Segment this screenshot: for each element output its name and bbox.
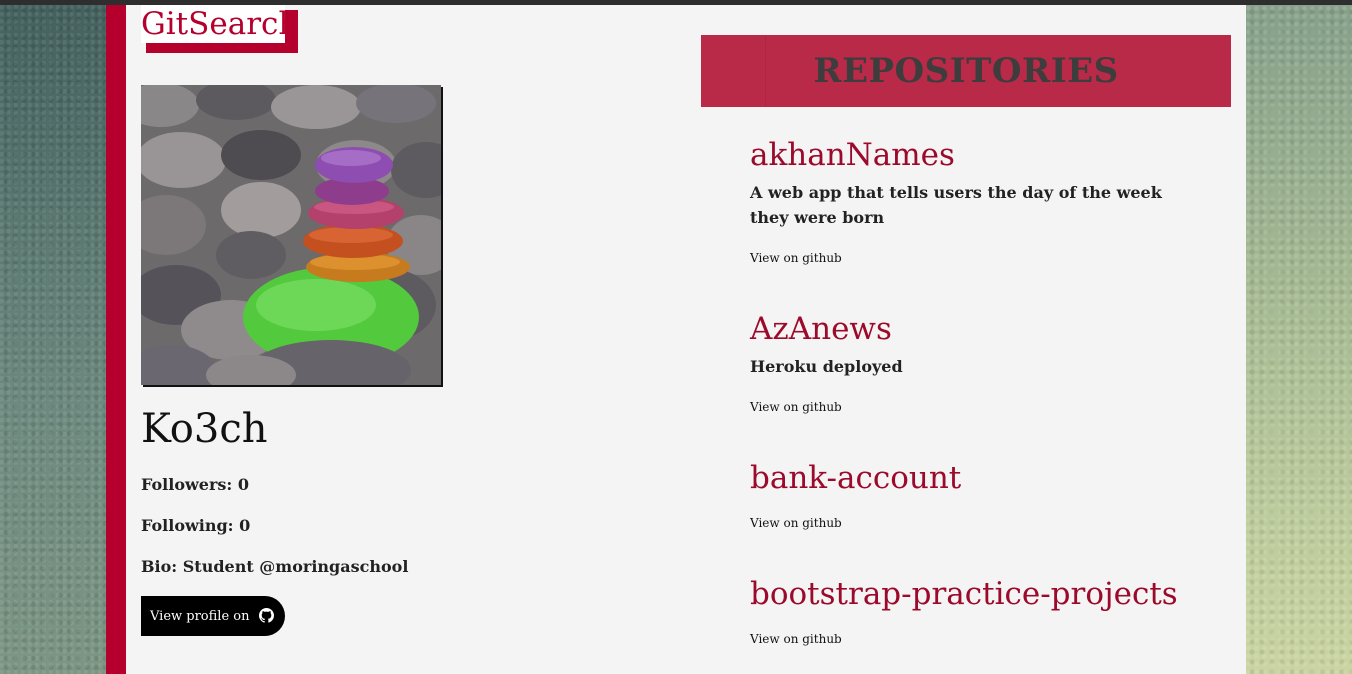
repositories-heading: REPOSITORIES [813,51,1119,91]
background-right [1246,5,1352,674]
profile-bio: Bio: Student @moringaschool [141,557,409,576]
view-profile-label: View profile on [150,608,250,624]
view-on-github-link[interactable]: View on github [750,400,842,414]
view-on-github-link[interactable]: View on github [750,516,842,530]
repositories-header: REPOSITORIES [701,35,1231,107]
user-avatar [141,85,441,385]
repo-name-link[interactable]: AzAnews [750,310,892,348]
view-on-github-link[interactable]: View on github [750,251,842,265]
accent-sidebar-bar [106,5,126,674]
profile-username: Ko3ch [141,406,268,452]
following-count: Following: 0 [141,516,251,535]
background-left [0,5,106,674]
repo-description: Heroku deployed [750,357,903,376]
followers-count: Followers: 0 [141,475,249,494]
stacked-stones-avatar [141,85,441,385]
repo-description: A web app that tells users the day of th… [750,183,1162,227]
repo-name-link[interactable]: akhanNames [750,136,955,174]
view-on-github-link[interactable]: View on github [750,632,842,646]
brand-logo[interactable]: GitSearch [141,5,298,43]
github-icon [259,608,274,623]
repo-name-link[interactable]: bootstrap-practice-projects [750,575,1178,613]
repo-name-link[interactable]: bank-account [750,459,961,497]
view-profile-button[interactable]: View profile on [141,596,285,636]
